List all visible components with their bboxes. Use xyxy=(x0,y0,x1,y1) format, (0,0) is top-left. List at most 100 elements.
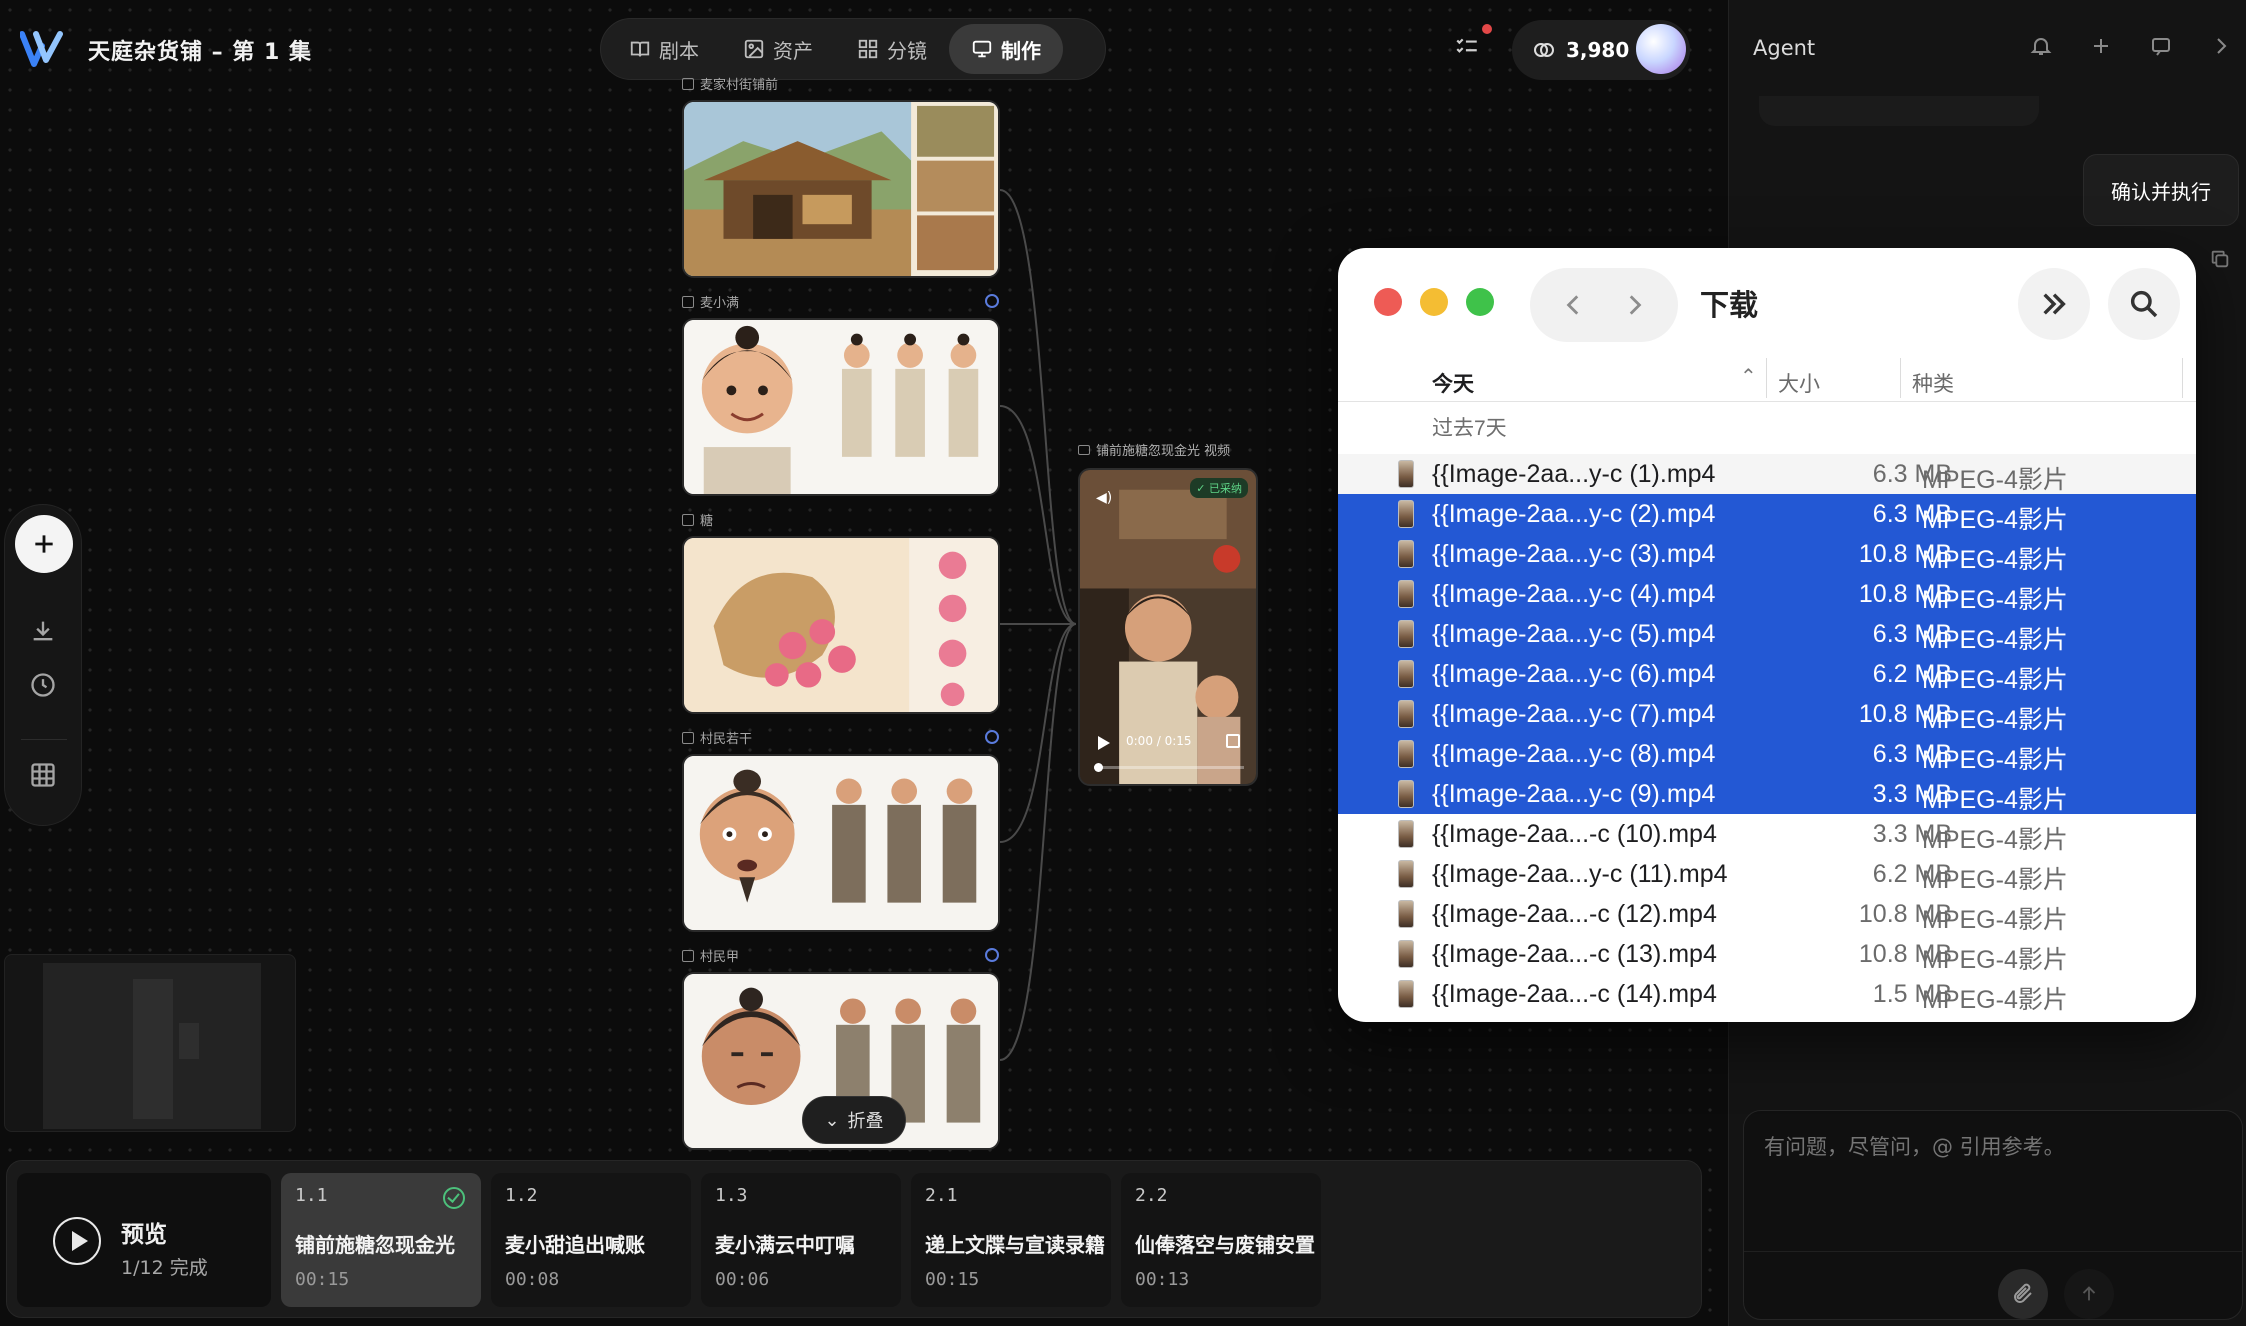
asset-card-mai-xiaoman[interactable] xyxy=(682,318,1000,496)
copy-button[interactable] xyxy=(2209,248,2231,274)
minimap-node-column xyxy=(133,979,173,1119)
file-row[interactable]: {{Image-2aa...-c (10).mp4 3.3 MB MPEG-4影片 xyxy=(1338,814,2196,854)
tab-production[interactable]: 制作 xyxy=(949,24,1063,74)
file-name: {{Image-2aa...y-c (4).mp4 xyxy=(1432,580,1716,608)
collapse-panel-button[interactable] xyxy=(2209,34,2235,60)
column-kind[interactable]: 种类 xyxy=(1912,368,1954,398)
chat-history-button[interactable] xyxy=(2149,34,2175,60)
video-player[interactable]: ✓ 已采纳 ◀) 0:00 / 0:15 xyxy=(1078,468,1258,786)
send-button[interactable] xyxy=(2064,1269,2114,1319)
column-name[interactable]: 今天 xyxy=(1432,368,1474,398)
plus-icon xyxy=(35,535,53,553)
canvas-minimap[interactable] xyxy=(4,954,296,1132)
double-chevron-right-icon xyxy=(2043,293,2066,315)
file-row[interactable]: {{Image-2aa...y-c (6).mp4 6.2 MB MPEG-4影片 xyxy=(1338,654,2196,694)
column-headers: 今天 ⌃ 大小 种类 xyxy=(1338,356,2196,402)
file-row[interactable]: {{Image-2aa...y-c (1).mp4 6.3 MB MPEG-4影片 xyxy=(1338,454,2196,494)
file-row[interactable]: {{Image-2aa...-c (13).mp4 10.8 MB MPEG-4影片 xyxy=(1338,934,2196,974)
chat-input[interactable] xyxy=(1764,1135,2184,1159)
credits-value: 3,980 xyxy=(1566,38,1630,62)
sort-ascending-icon[interactable]: ⌃ xyxy=(1740,364,1757,389)
file-name: {{Image-2aa...-c (13).mp4 xyxy=(1432,940,1717,968)
file-row[interactable]: {{Image-2aa...y-c (9).mp4 3.3 MB MPEG-4影片 xyxy=(1338,774,2196,814)
download-button[interactable] xyxy=(29,617,59,647)
asset-card-villagers[interactable] xyxy=(682,754,1000,932)
file-kind: MPEG-4影片 xyxy=(1922,906,2068,934)
new-chat-button[interactable] xyxy=(2089,34,2115,60)
file-row[interactable]: {{Image-2aa...y-c (4).mp4 10.8 MB MPEG-4影片 xyxy=(1338,574,2196,614)
file-row[interactable]: {{Image-2aa...y-c (5).mp4 6.3 MB MPEG-4影片 xyxy=(1338,614,2196,654)
play-icon[interactable] xyxy=(1098,736,1110,750)
canvas-toolbar xyxy=(4,504,82,826)
file-kind: MPEG-4影片 xyxy=(1922,506,2068,534)
finder-toolbar: 下载 xyxy=(1338,248,2196,354)
forward-icon[interactable] xyxy=(1621,292,1647,318)
minimap-viewport[interactable] xyxy=(43,963,261,1129)
close-window-button[interactable] xyxy=(1374,288,1402,316)
play-icon[interactable] xyxy=(53,1217,101,1265)
shot-card[interactable]: 1.3 麦小满云中叮嘱 00:06 xyxy=(701,1173,901,1307)
collapse-button[interactable]: ⌄ 折叠 xyxy=(802,1096,906,1144)
minimap-video-node xyxy=(179,1023,199,1059)
shot-card[interactable]: 1.2 麦小甜追出喊账 00:08 xyxy=(491,1173,691,1307)
file-name: {{Image-2aa...y-c (8).mp4 xyxy=(1432,740,1716,768)
file-row[interactable]: {{Image-2aa...y-c (11).mp4 6.2 MB MPEG-4影片 xyxy=(1338,854,2196,894)
history-button[interactable] xyxy=(29,671,59,701)
project-title[interactable]: 天庭杂货铺 – 第 1 集 xyxy=(88,34,312,66)
task-list-button[interactable] xyxy=(1454,24,1492,66)
file-row[interactable]: {{Image-2aa...-c (14).mp4 1.5 MB MPEG-4影片 xyxy=(1338,974,2196,1014)
asset-label-text: 麦小满 xyxy=(700,296,740,311)
table-view-button[interactable] xyxy=(29,761,59,791)
copy-icon xyxy=(2211,250,2229,268)
user-avatar[interactable] xyxy=(1636,24,1686,74)
video-file-icon xyxy=(1398,860,1414,888)
column-divider[interactable] xyxy=(2182,358,2183,398)
finder-window: 下载 今天 ⌃ 大小 种类 过去7天 {{Image-2aa...y-c (1)… xyxy=(1338,248,2196,1022)
asset-card-street-shop[interactable] xyxy=(682,100,1000,278)
tab-assets[interactable]: 资产 xyxy=(721,24,835,74)
file-row[interactable]: {{Image-2aa...-c (12).mp4 10.8 MB MPEG-4影片 xyxy=(1338,894,2196,934)
search-button[interactable] xyxy=(2108,268,2180,340)
book-icon xyxy=(630,41,650,57)
video-node-label: 铺前施糖忽现金光 视频 xyxy=(1078,440,1230,459)
file-row[interactable]: {{Image-2aa...y-c (7).mp4 10.8 MB MPEG-4影片 xyxy=(1338,694,2196,734)
column-divider[interactable] xyxy=(1766,358,1767,398)
add-node-button[interactable] xyxy=(15,515,73,573)
shot-title: 麦小满云中叮嘱 xyxy=(715,1233,855,1257)
composer-divider xyxy=(1744,1251,2242,1252)
attach-button[interactable] xyxy=(1998,1269,2048,1319)
file-row[interactable]: {{Image-2aa...y-c (3).mp4 10.8 MB MPEG-4影片 xyxy=(1338,534,2196,574)
villagers-sheet-image xyxy=(684,756,998,930)
file-row[interactable]: {{Image-2aa...y-c (2).mp4 6.3 MB MPEG-4影片 xyxy=(1338,494,2196,534)
preview-card[interactable]: 预览 1/12 完成 xyxy=(17,1173,271,1307)
zoom-window-button[interactable] xyxy=(1466,288,1494,316)
more-toolbar-button[interactable] xyxy=(2018,268,2090,340)
shot-title: 递上文牒与宣读录籍 xyxy=(925,1233,1105,1257)
shot-card[interactable]: 1.1 铺前施糖忽现金光 00:15 xyxy=(281,1173,481,1307)
tab-script[interactable]: 剧本 xyxy=(607,24,721,74)
video-file-icon xyxy=(1398,900,1414,928)
confirm-execute-button[interactable]: 确认并执行 xyxy=(2083,154,2239,226)
tab-storyboard[interactable]: 分镜 xyxy=(835,24,949,74)
column-divider[interactable] xyxy=(1900,358,1901,398)
column-size[interactable]: 大小 xyxy=(1778,368,1820,398)
adopted-badge: ✓ 已采纳 xyxy=(1190,478,1248,498)
back-icon[interactable] xyxy=(1561,292,1587,318)
fullscreen-icon[interactable] xyxy=(1226,734,1240,748)
video-file-icon xyxy=(1398,460,1414,488)
shot-card[interactable]: 2.2 仙俸落空与废铺安置 00:13 xyxy=(1121,1173,1321,1307)
file-kind: MPEG-4影片 xyxy=(1922,826,2068,854)
download-icon xyxy=(33,621,53,641)
shot-card[interactable]: 2.1 递上文牒与宣读录籍 00:15 xyxy=(911,1173,1111,1307)
file-row[interactable]: {{Image-2aa...y-c (8).mp4 6.3 MB MPEG-4影片 xyxy=(1338,734,2196,774)
asset-card-candy[interactable] xyxy=(682,536,1000,714)
volume-icon[interactable]: ◀) xyxy=(1096,490,1112,506)
minimize-window-button[interactable] xyxy=(1420,288,1448,316)
paperclip-icon xyxy=(2014,1283,2032,1303)
video-file-icon xyxy=(1398,700,1414,728)
video-progress-bar[interactable] xyxy=(1094,763,1244,772)
bell-icon xyxy=(2030,38,2052,55)
bell-button[interactable] xyxy=(2029,34,2055,60)
file-name: {{Image-2aa...y-c (9).mp4 xyxy=(1432,780,1716,808)
progress-knob[interactable] xyxy=(1094,763,1103,772)
